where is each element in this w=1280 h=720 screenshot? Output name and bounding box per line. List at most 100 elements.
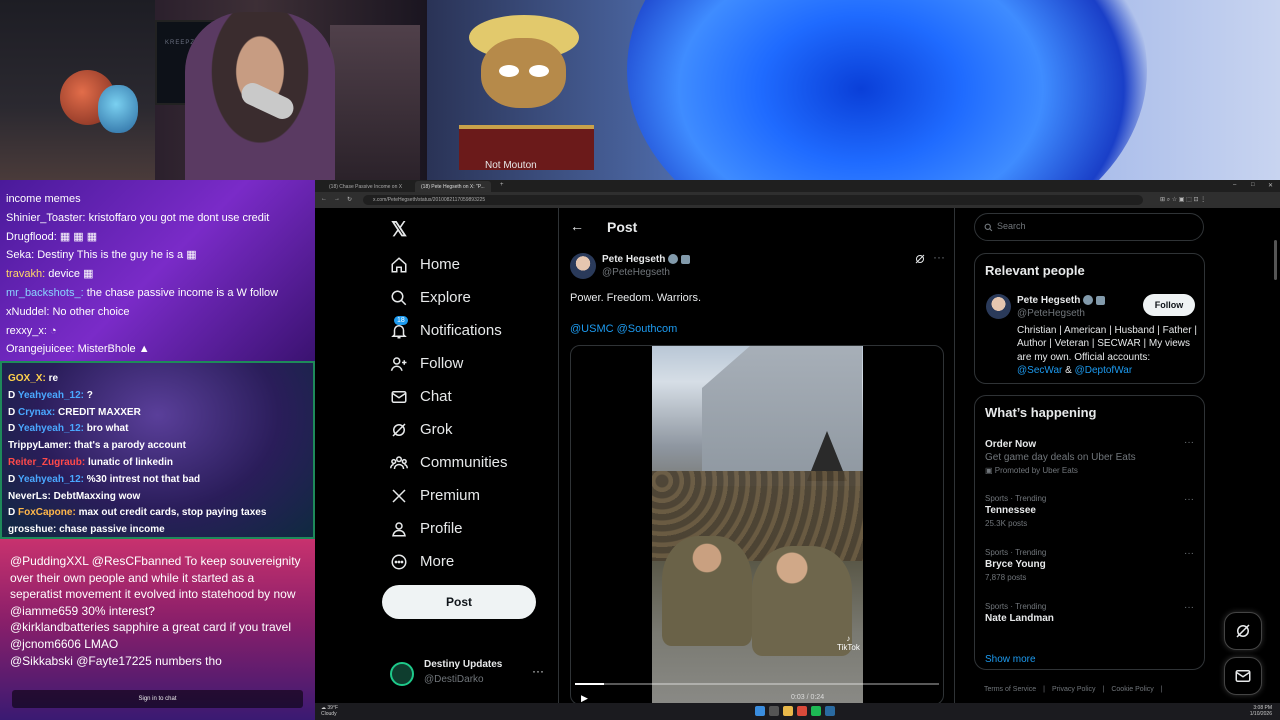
video-progress-bar[interactable] <box>575 683 939 685</box>
minimize-icon[interactable]: – <box>1233 182 1236 188</box>
more-horizontal-icon[interactable]: ··· <box>1184 602 1194 613</box>
nav-communities[interactable]: Communities <box>382 446 508 479</box>
person-name[interactable]: Pete Hegseth <box>1017 295 1106 306</box>
search-input[interactable]: Search <box>974 213 1204 241</box>
whats-happening-card: What’s happening Order Now Get game day … <box>974 395 1205 670</box>
chat-user[interactable]: NeverLs: <box>8 491 51 502</box>
video-frame[interactable]: ♪ TikTok <box>652 346 863 703</box>
nav-chat[interactable]: Chat <box>382 380 452 413</box>
nav-more[interactable]: More <box>382 545 454 578</box>
browser-tab-active[interactable]: (18) Pete Hegseth on X: "P... <box>415 181 491 192</box>
chat-user[interactable]: Yeahyeah_12: <box>18 390 84 401</box>
url-input[interactable]: x.com/PeteHegseth/status/201008211705989… <box>363 195 1143 205</box>
trend-item[interactable]: Sports · Trending Bryce Young 7,878 post… <box>985 548 1200 582</box>
show-more-link[interactable]: Show more <box>985 654 1036 665</box>
system-clock[interactable]: 3:08 PM 1/10/2026 <box>1250 705 1272 717</box>
more-horizontal-icon[interactable]: ··· <box>1184 494 1194 505</box>
chat-user[interactable]: rexxy_x: <box>6 325 47 337</box>
chat-text: No other choice <box>52 305 130 318</box>
nav-label: Chat <box>420 388 452 405</box>
trend-item[interactable]: Order Now Get game day deals on Uber Eat… <box>985 437 1200 475</box>
chat-user[interactable]: Drugflood: <box>6 231 57 243</box>
nav-grok[interactable]: Grok <box>382 413 453 446</box>
bio-link[interactable]: @DeptofWar <box>1075 365 1133 376</box>
chrome-icon[interactable] <box>797 706 807 716</box>
chat-user[interactable]: Orangejuicee: <box>6 343 75 355</box>
nav-notifications[interactable]: 18 Notifications <box>382 314 502 347</box>
nav-profile[interactable]: Profile <box>382 512 463 545</box>
tweet-handle[interactable]: @PeteHegseth <box>602 267 670 278</box>
chat-user[interactable]: mr_backshots_: <box>6 287 84 299</box>
trend-item[interactable]: Sports · Trending Tennessee 25.3K posts … <box>985 494 1200 528</box>
chat-user[interactable]: travakh: <box>6 268 45 280</box>
spotify-icon[interactable] <box>811 706 821 716</box>
chat-text: bro what <box>86 423 129 435</box>
scrollbar[interactable] <box>1274 240 1277 280</box>
nav-home[interactable]: Home <box>382 248 460 281</box>
account-switcher[interactable]: Destiny Updates @DestiDarko ··· <box>390 654 550 694</box>
trend-meta: Sports · Trending <box>985 494 1047 503</box>
avatar[interactable] <box>570 253 596 279</box>
chat-user[interactable]: Crynax: <box>18 407 55 418</box>
chat-message: NeverLs: DebtMaxxing wow <box>8 489 307 506</box>
messages-fab-button[interactable] <box>1224 657 1262 695</box>
maximize-icon[interactable]: □ <box>1251 182 1255 188</box>
avatar[interactable] <box>986 294 1011 319</box>
nav-explore[interactable]: Explore <box>382 281 471 314</box>
chat-user[interactable]: xNuddel: <box>6 306 49 318</box>
card-title: Relevant people <box>985 263 1085 278</box>
extensions-icon[interactable]: ⊞ ⌕ ☆ ▣ ⬚ ⊡ ⋮ <box>1160 196 1206 204</box>
weather-widget[interactable]: ☁ 39°F Cloudy <box>321 705 338 717</box>
post-button[interactable]: Post <box>382 585 536 619</box>
chat-user[interactable]: FoxCapone: <box>18 507 76 518</box>
chat-user[interactable]: GOX_X: <box>8 373 46 384</box>
sign-in-to-chat-button[interactable]: Sign in to chat <box>12 690 303 708</box>
grok-icon[interactable] <box>914 253 926 265</box>
back-arrow-icon[interactable]: ← <box>321 196 327 202</box>
new-tab-icon[interactable]: + <box>500 182 504 188</box>
more-horizontal-icon[interactable]: ··· <box>933 250 945 264</box>
close-window-icon[interactable]: ✕ <box>1268 182 1273 189</box>
x-logo-icon[interactable]: 𝕏 <box>391 220 411 240</box>
chat-user[interactable]: Reiter_Zugraub: <box>8 457 85 468</box>
tweet-author[interactable]: Pete Hegseth <box>602 254 691 265</box>
tweet-video[interactable]: ♪ TikTok ▶ 0:03 / 0:24 <box>570 345 944 703</box>
more-horizontal-icon[interactable]: ··· <box>1184 548 1194 559</box>
footer-link[interactable]: Cookie Policy <box>1111 686 1153 693</box>
chat-user[interactable]: Seka: <box>6 249 34 261</box>
grok-fab-button[interactable] <box>1224 612 1262 650</box>
chat-user[interactable]: grosshue: <box>8 524 56 535</box>
tab-bar: (18) Chase Passive Income on X (18) Pete… <box>315 180 1280 192</box>
mail-icon <box>382 380 416 413</box>
person-handle[interactable]: @PeteHegseth <box>1017 308 1085 319</box>
chat-user[interactable]: Yeahyeah_12: <box>18 474 84 485</box>
tweet-mentions[interactable]: @USMC @Southcom <box>570 323 677 335</box>
bio-link[interactable]: @SecWar <box>1017 365 1062 376</box>
start-icon[interactable] <box>755 706 765 716</box>
reload-icon[interactable]: ↻ <box>347 196 352 203</box>
chat-user[interactable]: TrippyLamer: <box>8 440 71 451</box>
chat-user[interactable]: Shinier_Toaster: <box>6 212 86 224</box>
nav-premium[interactable]: Premium <box>382 479 480 512</box>
right-sidebar: Search Relevant people Pete Hegseth @Pet… <box>974 208 1206 703</box>
relevant-people-card: Relevant people Pete Hegseth @PeteHegset… <box>974 253 1205 384</box>
chat-message: D FoxCapone: max out credit cards, stop … <box>8 505 307 522</box>
nav-follow[interactable]: Follow <box>382 347 463 380</box>
back-arrow-icon[interactable]: ← <box>570 218 584 234</box>
trend-item[interactable]: Sports · Trending Nate Landman ··· <box>985 602 1200 624</box>
footer-link[interactable]: Terms of Service <box>984 686 1036 693</box>
steam-icon[interactable] <box>825 706 835 716</box>
more-horizontal-icon[interactable]: ··· <box>532 664 544 678</box>
trend-title: Nate Landman <box>985 613 1054 624</box>
follow-button[interactable]: Follow <box>1143 294 1195 316</box>
chat-text: income memes <box>6 193 81 205</box>
browser-tab[interactable]: (18) Chase Passive Income on X <box>323 181 408 192</box>
more-horizontal-icon[interactable]: ··· <box>1184 437 1194 448</box>
footer-link[interactable]: Privacy Policy <box>1052 686 1096 693</box>
play-icon[interactable]: ▶ <box>581 693 588 703</box>
explorer-icon[interactable] <box>783 706 793 716</box>
chat-user[interactable]: Yeahyeah_12: <box>18 423 84 434</box>
search-icon[interactable] <box>769 706 779 716</box>
trend-title: Bryce Young <box>985 559 1046 570</box>
forward-arrow-icon[interactable]: → <box>334 196 340 202</box>
